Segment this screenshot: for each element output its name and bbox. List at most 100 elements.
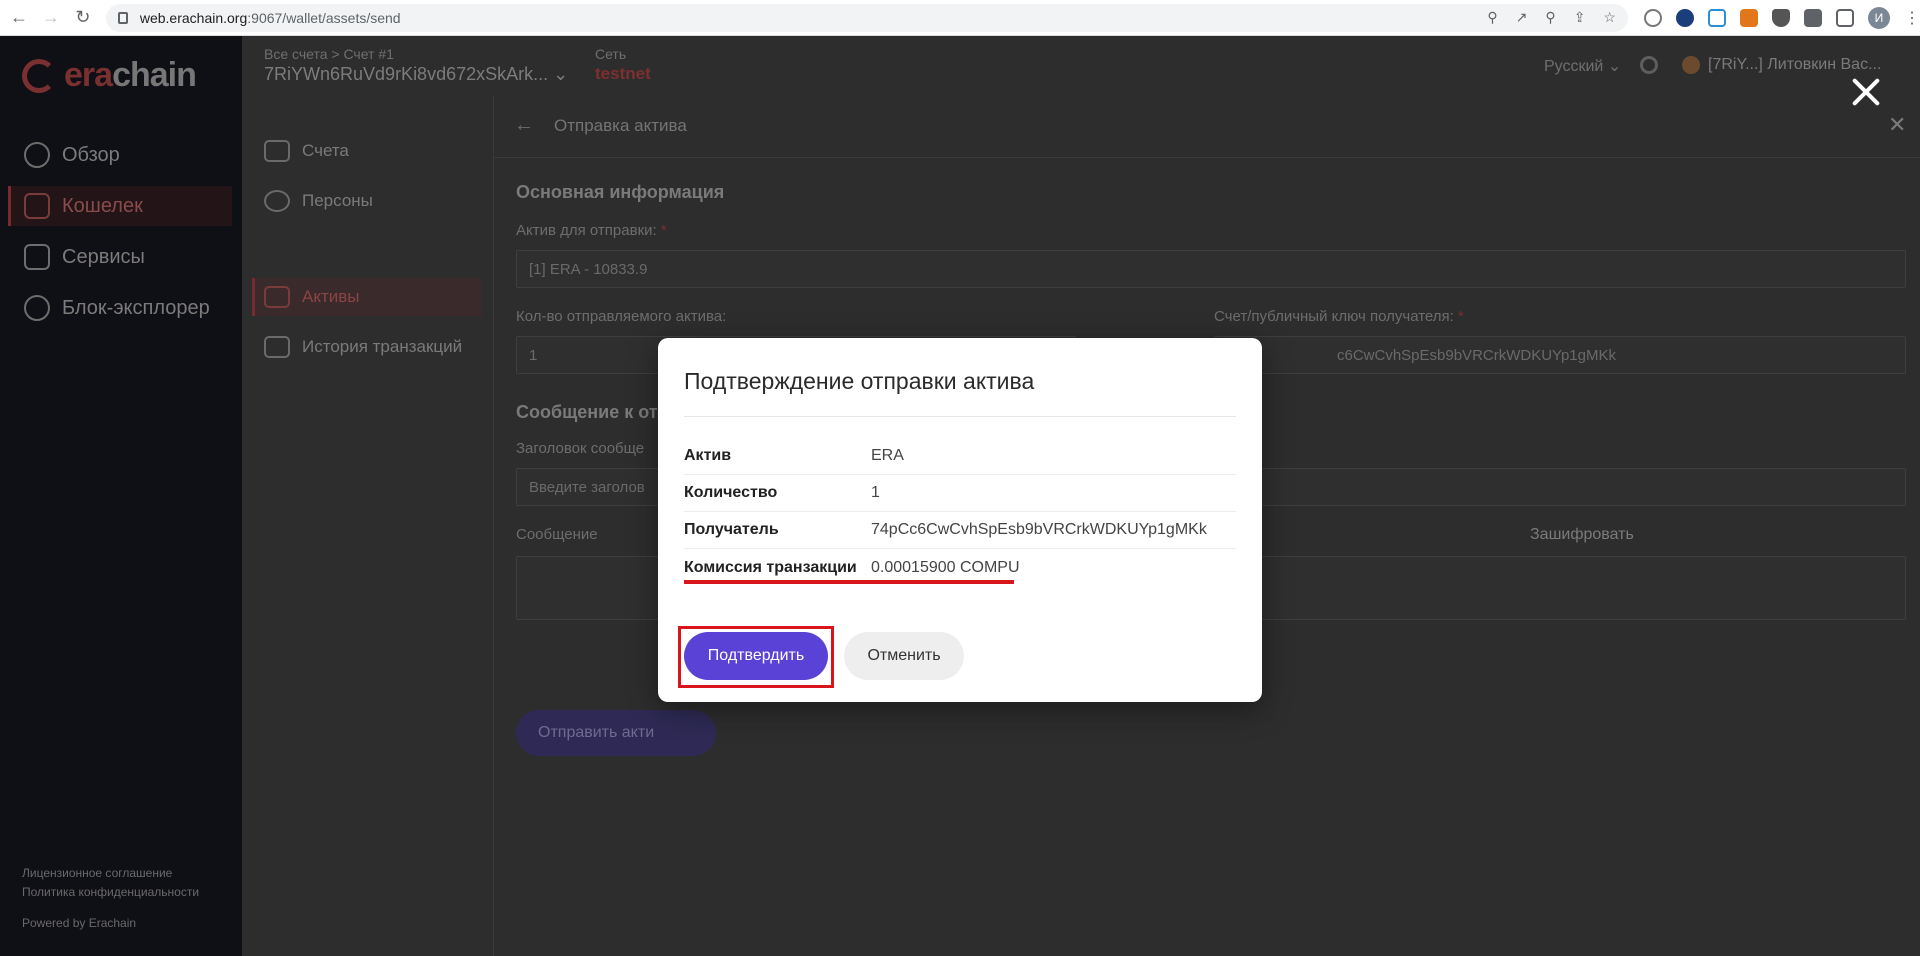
detail-row-recipient: Получатель 74pCc6CwCvhSpEsb9bVRCrkWDKUYp… [684, 512, 1236, 549]
url-path: :9067/wallet/assets/send [247, 9, 401, 26]
top-bar: Все счета > Счет #1 7RiYWn6RuVd9rKi8vd67… [242, 36, 1920, 96]
open-external-icon[interactable]: ↗ [1516, 9, 1528, 26]
puzzle-icon[interactable] [1803, 8, 1822, 27]
section-main-info: Основная информация [516, 182, 725, 202]
check-extension-icon[interactable] [1675, 8, 1694, 27]
powered-by: Powered by Erachain [22, 916, 137, 930]
sidebar: erachain Обзор Кошелек Сервисы Блок-эксп… [0, 36, 242, 956]
page-title: Отправка актива [554, 116, 687, 135]
subnav-item-persons[interactable]: Персоны [264, 190, 373, 212]
close-icon[interactable] [1848, 74, 1884, 110]
detail-value: 1 [871, 484, 880, 501]
sidepanel-icon[interactable] [1835, 8, 1854, 27]
n-extension-icon[interactable] [1707, 8, 1726, 27]
lock-icon [117, 11, 128, 24]
network-caption: Сеть [595, 46, 627, 62]
asset-select[interactable]: [1] ERA - 10833.9 [516, 250, 1906, 288]
coins-icon [264, 286, 290, 308]
account-selector[interactable]: 7RiYWn6RuVd9rKi8vd672xSkArk... ⌄ [264, 64, 568, 85]
amount-label: Кол-во отправляемого актива: [516, 308, 727, 325]
browser-toolbar: ← → ↻ web.erachain.org:9067/wallet/asset… [0, 0, 1920, 36]
confirm-button[interactable]: Подтвердить [684, 632, 828, 680]
sidebar-item-block-explorer[interactable]: Блок-эксплорер [24, 295, 210, 321]
content-header: ← Отправка актива ✕ [494, 96, 1920, 158]
sidebar-item-overview[interactable]: Обзор [24, 142, 120, 168]
subnav-item-label: Счета [302, 141, 349, 160]
recipient-input[interactable]: c6CwCvhSpEsb9bVRCrkWDKUYp1gMKk [1214, 336, 1906, 374]
license-link[interactable]: Лицензионное соглашение [22, 866, 172, 880]
detail-key: Комиссия транзакции [684, 558, 857, 576]
sidebar-item-services[interactable]: Сервисы [24, 244, 145, 270]
detail-row-asset: Актив ERA [684, 438, 1236, 475]
hat-extension-icon[interactable] [1771, 8, 1790, 27]
forward-icon[interactable]: → [38, 4, 64, 32]
detail-key: Актив [684, 447, 732, 464]
subnav-item-history[interactable]: История транзакций [264, 336, 462, 358]
recipient-value: c6CwCvhSpEsb9bVRCrkWDKUYp1gMKk [1337, 347, 1616, 364]
account-id: 7RiYWn6RuVd9rKi8vd672xSkArk... [264, 64, 549, 84]
chart-icon [24, 142, 50, 168]
close-icon[interactable]: ✕ [1888, 112, 1906, 138]
wallet-subnav: Счета Персоны Активы История транзакций [242, 96, 494, 956]
message-label: Сообщение [516, 526, 598, 543]
metamask-fox-icon[interactable] [1739, 8, 1758, 27]
url-host: web.erachain.org [139, 9, 248, 26]
network-value: testnet [595, 64, 651, 83]
grid-icon [24, 244, 50, 270]
amount-value: 1 [529, 347, 538, 364]
dialog-divider [684, 416, 1236, 417]
subnav-item-label: Активы [302, 287, 360, 306]
user-name: [7RiY...] Литовкин Вас... [1708, 56, 1882, 74]
erachain-logo[interactable]: erachain [22, 56, 197, 95]
history-icon [264, 336, 290, 358]
cancel-button[interactable]: Отменить [844, 632, 964, 680]
user-menu[interactable]: [7RiY...] Литовкин Вас... [1682, 56, 1881, 74]
star-icon[interactable]: ☆ [1603, 9, 1616, 26]
language-selector[interactable]: Русский ⌄ [1544, 56, 1621, 76]
detail-value: ERA [871, 447, 904, 464]
detail-key: Получатель [684, 521, 779, 538]
profile-avatar[interactable]: И [1867, 6, 1890, 29]
zoom-icon[interactable]: ⚲ [1545, 9, 1555, 26]
fee-highlight-underline [684, 580, 1014, 584]
detail-row-amount: Количество 1 [684, 475, 1236, 512]
globe-extension-icon[interactable] [1643, 8, 1662, 27]
back-icon[interactable]: ← [6, 4, 32, 32]
key-icon[interactable]: ⚲ [1487, 9, 1497, 26]
compass-icon [24, 295, 50, 321]
language-label: Русский [1544, 58, 1604, 75]
dialog-title: Подтверждение отправки актива [684, 368, 1035, 394]
back-arrow-icon[interactable]: ← [514, 114, 534, 137]
sidebar-item-label: Сервисы [62, 245, 145, 268]
wallet-icon [24, 193, 50, 219]
share-icon[interactable]: ⇪ [1574, 9, 1586, 26]
detail-value: 74pCc6CwCvhSpEsb9bVRCrkWDKUYp1gMKk [871, 521, 1207, 538]
address-bar[interactable]: web.erachain.org:9067/wallet/assets/send… [105, 3, 1628, 32]
kebab-menu-icon[interactable]: ⋮ [1904, 8, 1920, 28]
message-title-label: Заголовок сообще [516, 440, 645, 457]
section-message: Сообщение к от [516, 402, 658, 422]
sidebar-item-wallet[interactable]: Кошелек [24, 193, 143, 219]
detail-key: Количество [684, 484, 778, 501]
account-breadcrumb[interactable]: Все счета > Счет #1 [264, 46, 394, 62]
privacy-link[interactable]: Политика конфиденциальности [22, 885, 199, 899]
persons-icon [264, 190, 290, 212]
subnav-item-assets[interactable]: Активы [264, 286, 360, 308]
sidebar-item-label: Кошелек [62, 194, 143, 217]
sidebar-item-label: Обзор [62, 143, 120, 166]
chevron-down-icon: ⌄ [1607, 58, 1622, 75]
reload-icon[interactable]: ↻ [70, 4, 96, 32]
subnav-item-accounts[interactable]: Счета [264, 140, 349, 162]
user-avatar [1682, 56, 1700, 74]
encrypt-label: Зашифровать [1530, 526, 1634, 543]
message-title-placeholder: Введите заголов [529, 479, 645, 496]
subnav-item-label: История транзакций [302, 337, 463, 356]
encrypt-toggle[interactable]: Зашифровать [1530, 526, 1634, 544]
subnav-item-label: Персоны [302, 191, 373, 210]
chevron-down-icon: ⌄ [553, 64, 569, 84]
logo-text-era: era [64, 56, 113, 94]
confirm-send-dialog: Подтверждение отправки актива Актив ERA … [658, 338, 1262, 702]
send-asset-button[interactable]: Отправить акти [516, 710, 716, 756]
detail-value: 0.00015900 COMPU [871, 558, 1020, 576]
gear-icon[interactable] [1640, 56, 1658, 74]
